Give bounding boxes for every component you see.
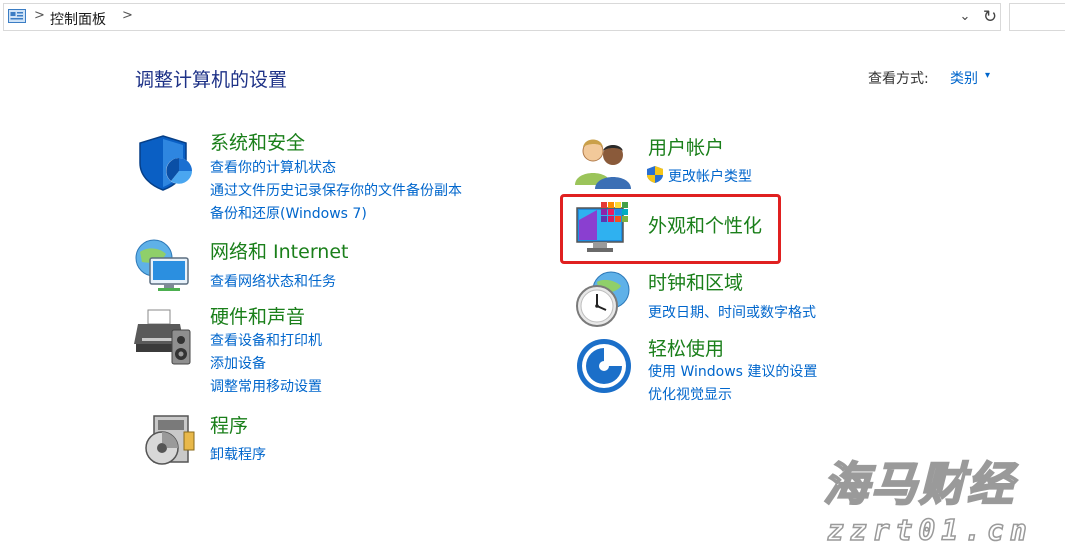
category-system-security-title[interactable]: 系统和安全 bbox=[210, 128, 305, 155]
uac-shield-icon bbox=[647, 166, 663, 183]
view-by-dropdown[interactable]: 类别 bbox=[950, 68, 978, 88]
programs-disc-icon[interactable] bbox=[140, 412, 198, 470]
control-panel-icon bbox=[8, 9, 26, 23]
breadcrumb-control-panel[interactable]: 控制面板 bbox=[50, 9, 106, 29]
address-history-dropdown-icon[interactable]: ⌄ bbox=[956, 9, 974, 27]
link-windows-recommended-settings[interactable]: 使用 Windows 建议的设置 bbox=[648, 361, 817, 381]
link-optimize-visual-display[interactable]: 优化视觉显示 bbox=[648, 384, 732, 404]
watermark-brand-text: 海马财经 bbox=[822, 456, 1015, 512]
network-globe-icon[interactable] bbox=[134, 236, 192, 294]
link-add-device[interactable]: 添加设备 bbox=[210, 353, 266, 373]
highlight-box bbox=[560, 194, 781, 264]
link-change-date-time-format[interactable]: 更改日期、时间或数字格式 bbox=[648, 302, 816, 322]
view-by-caret-icon[interactable]: ▾ bbox=[985, 70, 990, 81]
category-programs-title[interactable]: 程序 bbox=[210, 411, 248, 438]
watermark: 海马财经 zzrt01.cn bbox=[815, 448, 1065, 548]
refresh-icon[interactable]: ↻ bbox=[979, 7, 1001, 29]
link-file-history-backup[interactable]: 通过文件历史记录保存你的文件备份副本 bbox=[210, 180, 462, 200]
breadcrumb-separator[interactable]: > bbox=[34, 8, 45, 23]
watermark-url-text: zzrt01.cn bbox=[826, 513, 1033, 548]
link-view-network-status[interactable]: 查看网络状态和任务 bbox=[210, 271, 336, 291]
link-mobility-settings[interactable]: 调整常用移动设置 bbox=[210, 376, 322, 396]
printer-speaker-icon[interactable] bbox=[134, 308, 192, 366]
view-by-label: 查看方式: bbox=[868, 71, 929, 87]
shield-icon[interactable] bbox=[136, 133, 194, 191]
link-backup-restore-win7[interactable]: 备份和还原(Windows 7) bbox=[210, 203, 367, 223]
address-bar: > 控制面板 > ⌄ ↻ bbox=[0, 0, 1065, 34]
category-ease-of-access-title[interactable]: 轻松使用 bbox=[648, 334, 724, 361]
link-uninstall-program[interactable]: 卸载程序 bbox=[210, 444, 266, 464]
link-change-account-type[interactable]: 更改帐户类型 bbox=[668, 166, 752, 186]
page-title: 调整计算机的设置 bbox=[135, 69, 288, 91]
category-network-internet-title[interactable]: 网络和 Internet bbox=[210, 237, 348, 264]
users-icon[interactable] bbox=[573, 133, 631, 191]
link-view-computer-status[interactable]: 查看你的计算机状态 bbox=[210, 157, 336, 177]
category-user-accounts-title[interactable]: 用户帐户 bbox=[648, 133, 724, 160]
category-clock-region-title[interactable]: 时钟和区域 bbox=[648, 268, 743, 295]
link-devices-printers[interactable]: 查看设备和打印机 bbox=[210, 330, 322, 350]
address-field[interactable]: > 控制面板 > ⌄ ↻ bbox=[3, 3, 1001, 31]
search-input[interactable] bbox=[1009, 3, 1065, 31]
breadcrumb-separator-end[interactable]: > bbox=[122, 8, 133, 23]
ease-of-access-icon[interactable] bbox=[575, 337, 633, 395]
clock-globe-icon[interactable] bbox=[573, 270, 631, 328]
category-hardware-sound-title[interactable]: 硬件和声音 bbox=[210, 302, 305, 329]
